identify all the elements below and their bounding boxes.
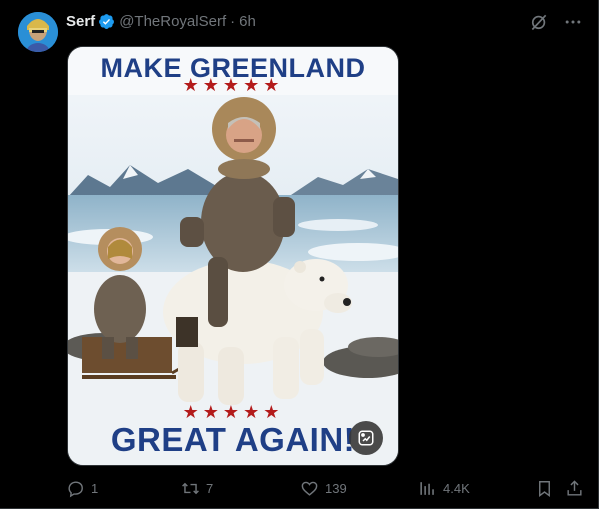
repost-count: 7	[206, 481, 214, 496]
author-name[interactable]: Serf	[66, 13, 95, 30]
separator-dot: ·	[230, 13, 236, 30]
view-count: 4.4K	[443, 481, 470, 496]
avatar[interactable]	[18, 12, 58, 52]
edit-image-button[interactable]	[349, 421, 383, 455]
post-top-actions	[529, 12, 583, 32]
repost-icon	[182, 482, 199, 495]
bookmark-icon	[539, 481, 550, 498]
like-button[interactable]: 139	[300, 479, 347, 498]
reply-button[interactable]: 1	[66, 479, 98, 498]
poster-title-top: MAKE GREENLAND	[100, 53, 366, 83]
author-handle[interactable]: @TheRoyalSerf	[119, 13, 226, 30]
reply-icon	[68, 481, 83, 498]
repost-button[interactable]: 7	[181, 479, 213, 498]
like-count: 139	[325, 481, 347, 496]
grok-icon[interactable]	[529, 12, 549, 32]
views-icon	[420, 482, 434, 495]
reply-count: 1	[91, 481, 99, 496]
bookmark-button[interactable]	[535, 479, 554, 498]
share-button[interactable]	[565, 479, 584, 498]
post-image[interactable]: ★★★★★ MAKE GREENLAND ★★★★★ GREAT AGAIN!	[67, 46, 399, 466]
views-button[interactable]: 4.4K	[418, 479, 470, 498]
post-time[interactable]: 6h	[239, 13, 256, 30]
post-actions: 1 7 139 4.4K	[0, 479, 599, 499]
share-icon	[567, 480, 582, 496]
more-icon[interactable]	[563, 12, 583, 32]
edit-image-icon	[358, 430, 374, 446]
poster-stars-bottom: ★★★★★	[182, 402, 284, 422]
verified-badge-icon	[99, 14, 115, 29]
like-icon	[301, 481, 318, 496]
post-header: Serf @TheRoyalSerf · 6h	[66, 13, 256, 30]
